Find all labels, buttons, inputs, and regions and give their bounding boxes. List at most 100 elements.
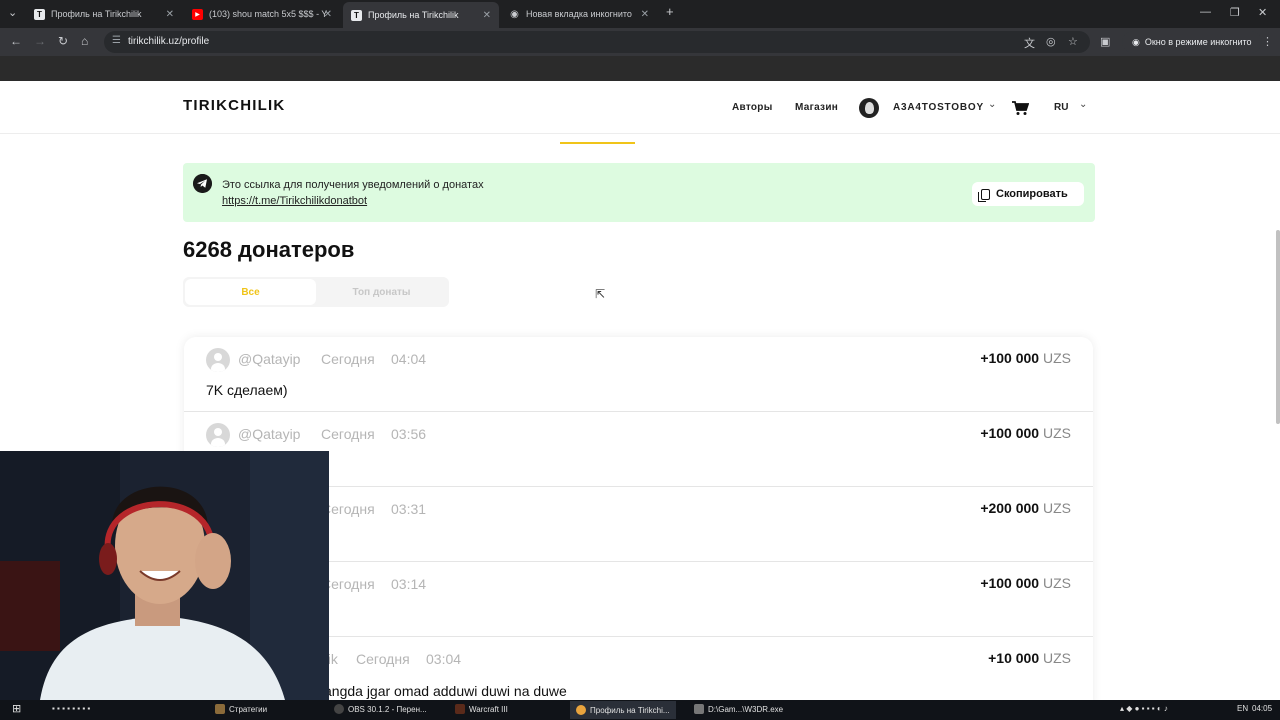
donation-day: Сегодня: [321, 426, 375, 442]
page-top-band: [0, 56, 1280, 81]
taskbar-item-strategies[interactable]: Стратегии: [215, 704, 267, 714]
browser-tab-3-active[interactable]: T Профиль на Tirikchilik ✕: [343, 2, 499, 28]
close-window-icon[interactable]: ✕: [1258, 6, 1267, 19]
taskbar-item-w3dr[interactable]: D:\Gam...\W3DR.exe: [694, 704, 783, 714]
amount-currency: UZS: [1043, 500, 1071, 516]
chevron-down-icon[interactable]: ⌄: [988, 99, 996, 110]
back-arrow-icon[interactable]: ←: [10, 34, 22, 48]
browser-tab-1[interactable]: T Профиль на Tirikchilik ✕: [26, 4, 182, 24]
forward-arrow-icon[interactable]: →: [34, 34, 46, 48]
browser-tab-bar: ⌄ T Профиль на Tirikchilik ✕ ▶ (103) sho…: [0, 0, 1280, 28]
donation-message: 7K сделаем): [206, 382, 288, 398]
address-bar[interactable]: ☰ tirikchilik.uz/profile: [104, 31, 1090, 53]
telegram-bot-link[interactable]: https://t.me/Tirikchilikdonatbot: [222, 195, 367, 207]
username[interactable]: A3A4TOSTOBOY: [893, 102, 984, 113]
telegram-notification-banner: Это ссылка для получения уведомлений о д…: [183, 163, 1095, 222]
chevron-down-icon[interactable]: ⌄: [1079, 99, 1087, 110]
reload-icon[interactable]: ↻: [58, 34, 68, 48]
browser-tab-4[interactable]: ◉ Новая вкладка инкогнито ✕: [501, 4, 657, 24]
taskbar-item-label: D:\Gam...\W3DR.exe: [708, 704, 784, 714]
close-tab-icon[interactable]: ✕: [166, 9, 174, 20]
eye-off-icon[interactable]: ◎: [1046, 35, 1056, 48]
amount-currency: UZS: [1043, 650, 1071, 666]
tab-title: Профиль на Tirikchilik: [368, 10, 459, 20]
incognito-label: Окно в режиме инкогнито: [1144, 37, 1252, 47]
input-language[interactable]: EN: [1237, 704, 1248, 713]
copy-button[interactable]: Скопировать: [972, 182, 1084, 206]
exe-icon: [694, 704, 704, 714]
translate-icon[interactable]: 文: [1024, 35, 1035, 51]
donation-row: @Qatayip Сегодня 04:04 +100 000 UZS 7K с…: [184, 337, 1093, 412]
side-panel-icon[interactable]: ▣: [1100, 35, 1110, 48]
donation-time: 03:31: [391, 501, 427, 517]
taskbar-item-warcraft[interactable]: Warcraft III: [455, 704, 508, 714]
folder-icon: [215, 704, 225, 714]
page-scrollbar[interactable]: [1276, 230, 1280, 424]
nav-shop[interactable]: Магазин: [795, 102, 838, 113]
donation-amount: +200 000 UZS: [980, 500, 1071, 516]
nav-authors[interactable]: Авторы: [732, 102, 773, 113]
windows-start-icon[interactable]: ⊞: [12, 702, 21, 715]
donation-amount: +100 000 UZS: [980, 425, 1071, 441]
os-taskbar: ⊞ ▪ ▪ ▪ ▪ ▪ ▪ ▪ ▪ Стратегии OBS 30.1.2 -…: [0, 700, 1280, 720]
warcraft-icon: [455, 704, 465, 714]
browser-tab-2[interactable]: ▶ (103) shou match 5x5 $$$ - You ✕: [184, 4, 340, 24]
amount-currency: UZS: [1043, 350, 1071, 366]
browser-menu-icon[interactable]: ⋮: [1262, 35, 1273, 48]
home-icon[interactable]: ⌂: [81, 34, 88, 48]
tirikchilik-favicon-icon: T: [34, 8, 45, 20]
webcam-overlay: [0, 451, 329, 700]
close-tab-icon[interactable]: ✕: [641, 9, 649, 20]
taskbar-item-label: Профиль на Tirikchi...: [590, 705, 670, 715]
donation-day: Сегодня: [321, 576, 375, 592]
maximize-icon[interactable]: ❐: [1230, 6, 1240, 19]
taskbar-item-label: OBS 30.1.2 - Перен...: [348, 704, 427, 714]
donation-day: Сегодня: [321, 501, 375, 517]
pinned-apps-icon[interactable]: ▪ ▪ ▪ ▪ ▪ ▪ ▪ ▪: [52, 704, 90, 713]
incognito-indicator[interactable]: ◉ Окно в режиме инкогнито: [1122, 31, 1262, 53]
donor-name[interactable]: @Qatayip: [238, 351, 300, 367]
tab-title: Новая вкладка инкогнито: [526, 9, 632, 19]
active-section-underline: [560, 142, 635, 144]
close-tab-icon[interactable]: ✕: [483, 10, 491, 21]
donor-avatar-icon: [206, 423, 230, 447]
bookmark-star-icon[interactable]: ☆: [1068, 35, 1078, 48]
tab-search-icon[interactable]: ⌄: [8, 6, 17, 19]
donor-name[interactable]: @Qatayip: [238, 426, 300, 442]
donation-time: 03:14: [391, 576, 427, 592]
close-tab-icon[interactable]: ✕: [324, 9, 332, 20]
taskbar-item-chrome[interactable]: Профиль на Tirikchi...: [570, 701, 676, 719]
user-avatar[interactable]: [859, 98, 879, 118]
taskbar-item-label: Стратегии: [229, 704, 268, 714]
site-info-icon[interactable]: ☰: [112, 35, 121, 46]
donor-avatar-icon: [206, 348, 230, 372]
tab-title: Профиль на Tirikchilik: [51, 9, 142, 19]
copy-icon: [978, 188, 990, 202]
tirikchilik-favicon-icon: T: [351, 9, 362, 21]
language-selector[interactable]: RU: [1054, 102, 1068, 113]
donation-time: 03:56: [391, 426, 427, 442]
donor-count-title: 6268 донатеров: [183, 237, 355, 262]
amount-currency: UZS: [1043, 425, 1071, 441]
new-tab-button[interactable]: +: [666, 4, 674, 19]
taskbar-item-obs[interactable]: OBS 30.1.2 - Перен...: [334, 704, 427, 714]
system-tray-icons[interactable]: ▴ ◆ ● ▪ ▪ ▪ ◐ ♪: [1120, 704, 1168, 713]
donation-amount: +100 000 UZS: [980, 575, 1071, 591]
donation-amount: +100 000 UZS: [980, 350, 1071, 366]
system-clock[interactable]: 04:05: [1252, 704, 1272, 713]
tab-top-donations[interactable]: Топ донаты: [316, 279, 447, 305]
minimize-icon[interactable]: —: [1200, 6, 1211, 18]
tab-title: (103) shou match 5x5 $$$ - You: [209, 9, 327, 19]
cart-icon[interactable]: [1011, 100, 1029, 116]
chrome-icon: [576, 705, 586, 715]
telegram-icon: [193, 174, 212, 193]
tab-all[interactable]: Все: [185, 279, 316, 305]
donation-time: 03:04: [426, 651, 462, 667]
obs-icon: [334, 704, 344, 714]
url-text: tirikchilik.uz/profile: [128, 36, 210, 47]
site-logo[interactable]: TIRIKCHILIK: [183, 97, 285, 114]
donation-message: angda jgar omad adduwi duwi na duwe: [324, 683, 567, 699]
site-header: TIRIKCHILIK Авторы Магазин A3A4TOSTOBOY …: [0, 81, 1280, 134]
banner-text: Это ссылка для получения уведомлений о д…: [222, 179, 484, 191]
donation-day: Сегодня: [356, 651, 410, 667]
